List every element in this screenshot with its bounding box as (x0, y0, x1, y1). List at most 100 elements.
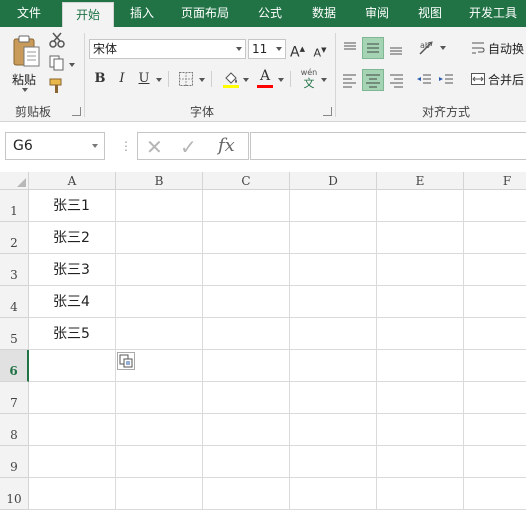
grow-font-button[interactable]: A▲ (290, 39, 305, 61)
tab-home[interactable]: 开始 (62, 2, 114, 27)
cell-f10[interactable] (464, 478, 526, 510)
cell-b1[interactable] (116, 190, 203, 222)
align-center-button[interactable] (362, 69, 384, 91)
font-size-combo[interactable]: 11 (248, 39, 286, 59)
cell-b3[interactable] (116, 254, 203, 286)
row-header-5[interactable]: 5 (0, 318, 29, 350)
cell-a2[interactable]: 张三2 (29, 222, 116, 254)
cell-d10[interactable] (290, 478, 377, 510)
cell-a1[interactable]: 张三1 (29, 190, 116, 222)
row-header-7[interactable]: 7 (0, 382, 29, 414)
enter-icon[interactable]: ✓ (180, 135, 197, 159)
cell-e8[interactable] (377, 414, 464, 446)
paste-button[interactable]: 粘贴 (8, 32, 44, 94)
row-header-10[interactable]: 10 (0, 478, 29, 510)
cell-a10[interactable] (29, 478, 116, 510)
row-header-4[interactable]: 4 (0, 286, 29, 318)
cell-f8[interactable] (464, 414, 526, 446)
cut-icon[interactable] (48, 31, 66, 49)
cell-e5[interactable] (377, 318, 464, 350)
align-right-icon[interactable] (387, 71, 405, 89)
cell-c1[interactable] (203, 190, 290, 222)
row-header-3[interactable]: 3 (0, 254, 29, 286)
cell-e7[interactable] (377, 382, 464, 414)
column-header-c[interactable]: C (203, 172, 290, 190)
borders-icon[interactable] (178, 71, 194, 87)
cell-d1[interactable] (290, 190, 377, 222)
paste-dropdown-arrow[interactable] (22, 88, 28, 92)
cell-b7[interactable] (116, 382, 203, 414)
cell-e6[interactable] (377, 350, 464, 382)
cell-b5[interactable] (116, 318, 203, 350)
cell-b8[interactable] (116, 414, 203, 446)
cell-b10[interactable] (116, 478, 203, 510)
cancel-icon[interactable]: ✕ (146, 135, 163, 159)
cell-c10[interactable] (203, 478, 290, 510)
tab-insert[interactable]: 插入 (118, 0, 166, 27)
cell-e3[interactable] (377, 254, 464, 286)
cell-f7[interactable] (464, 382, 526, 414)
row-header-6[interactable]: 6 (0, 350, 29, 382)
tab-formulas[interactable]: 公式 (246, 0, 294, 27)
fill-color-icon[interactable] (222, 69, 240, 89)
tab-developer[interactable]: 开发工具 (460, 0, 526, 27)
align-top-icon[interactable] (341, 39, 359, 57)
cell-d6[interactable] (290, 350, 377, 382)
insert-function-icon[interactable]: fx (218, 135, 235, 156)
cell-f4[interactable] (464, 286, 526, 318)
column-header-f[interactable]: F (464, 172, 526, 190)
column-header-a[interactable]: A (29, 172, 116, 190)
borders-dropdown-arrow[interactable] (199, 78, 205, 82)
align-bottom-icon[interactable] (387, 39, 405, 57)
row-header-1[interactable]: 1 (0, 190, 29, 222)
align-middle-button[interactable] (362, 37, 384, 59)
orientation-dropdown-arrow[interactable] (440, 46, 446, 50)
cell-c4[interactable] (203, 286, 290, 318)
merge-center-button[interactable]: 合并后 (470, 70, 526, 90)
cell-d3[interactable] (290, 254, 377, 286)
underline-dropdown-arrow[interactable] (156, 78, 162, 82)
cell-c2[interactable] (203, 222, 290, 254)
cell-a5[interactable]: 张三5 (29, 318, 116, 350)
wrap-text-button[interactable]: 自动换 (470, 39, 526, 59)
cell-b2[interactable] (116, 222, 203, 254)
copy-icon[interactable] (48, 54, 66, 72)
orientation-icon[interactable]: ab (417, 38, 437, 58)
cell-e2[interactable] (377, 222, 464, 254)
column-header-b[interactable]: B (116, 172, 203, 190)
underline-button[interactable]: U (136, 69, 152, 89)
cell-f1[interactable] (464, 190, 526, 222)
cell-a8[interactable] (29, 414, 116, 446)
cell-e10[interactable] (377, 478, 464, 510)
cell-f5[interactable] (464, 318, 526, 350)
decrease-indent-icon[interactable] (415, 71, 433, 89)
row-header-2[interactable]: 2 (0, 222, 29, 254)
cell-e9[interactable] (377, 446, 464, 478)
tab-view[interactable]: 视图 (406, 0, 454, 27)
cell-f9[interactable] (464, 446, 526, 478)
cell-d8[interactable] (290, 414, 377, 446)
cell-f6[interactable] (464, 350, 526, 382)
cell-c6[interactable] (203, 350, 290, 382)
formula-input[interactable] (250, 132, 526, 160)
paste-options-button[interactable] (117, 352, 135, 370)
cell-a3[interactable]: 张三3 (29, 254, 116, 286)
format-painter-icon[interactable] (48, 77, 66, 95)
font-launcher-icon[interactable] (323, 107, 332, 116)
cell-a4[interactable]: 张三4 (29, 286, 116, 318)
align-left-icon[interactable] (341, 71, 359, 89)
shrink-font-button[interactable]: A▼ (313, 40, 327, 60)
cell-d2[interactable] (290, 222, 377, 254)
tab-data[interactable]: 数据 (300, 0, 348, 27)
column-header-e[interactable]: E (377, 172, 464, 190)
bold-button[interactable]: B (92, 69, 108, 89)
phonetic-guide-button[interactable]: wén 文 (299, 68, 319, 90)
copy-dropdown-arrow[interactable] (69, 63, 75, 67)
font-color-button[interactable]: A (257, 67, 273, 89)
cell-f3[interactable] (464, 254, 526, 286)
cell-e1[interactable] (377, 190, 464, 222)
cell-d4[interactable] (290, 286, 377, 318)
cell-d5[interactable] (290, 318, 377, 350)
phonetic-dropdown-arrow[interactable] (321, 78, 327, 82)
cell-a6[interactable] (29, 350, 116, 382)
